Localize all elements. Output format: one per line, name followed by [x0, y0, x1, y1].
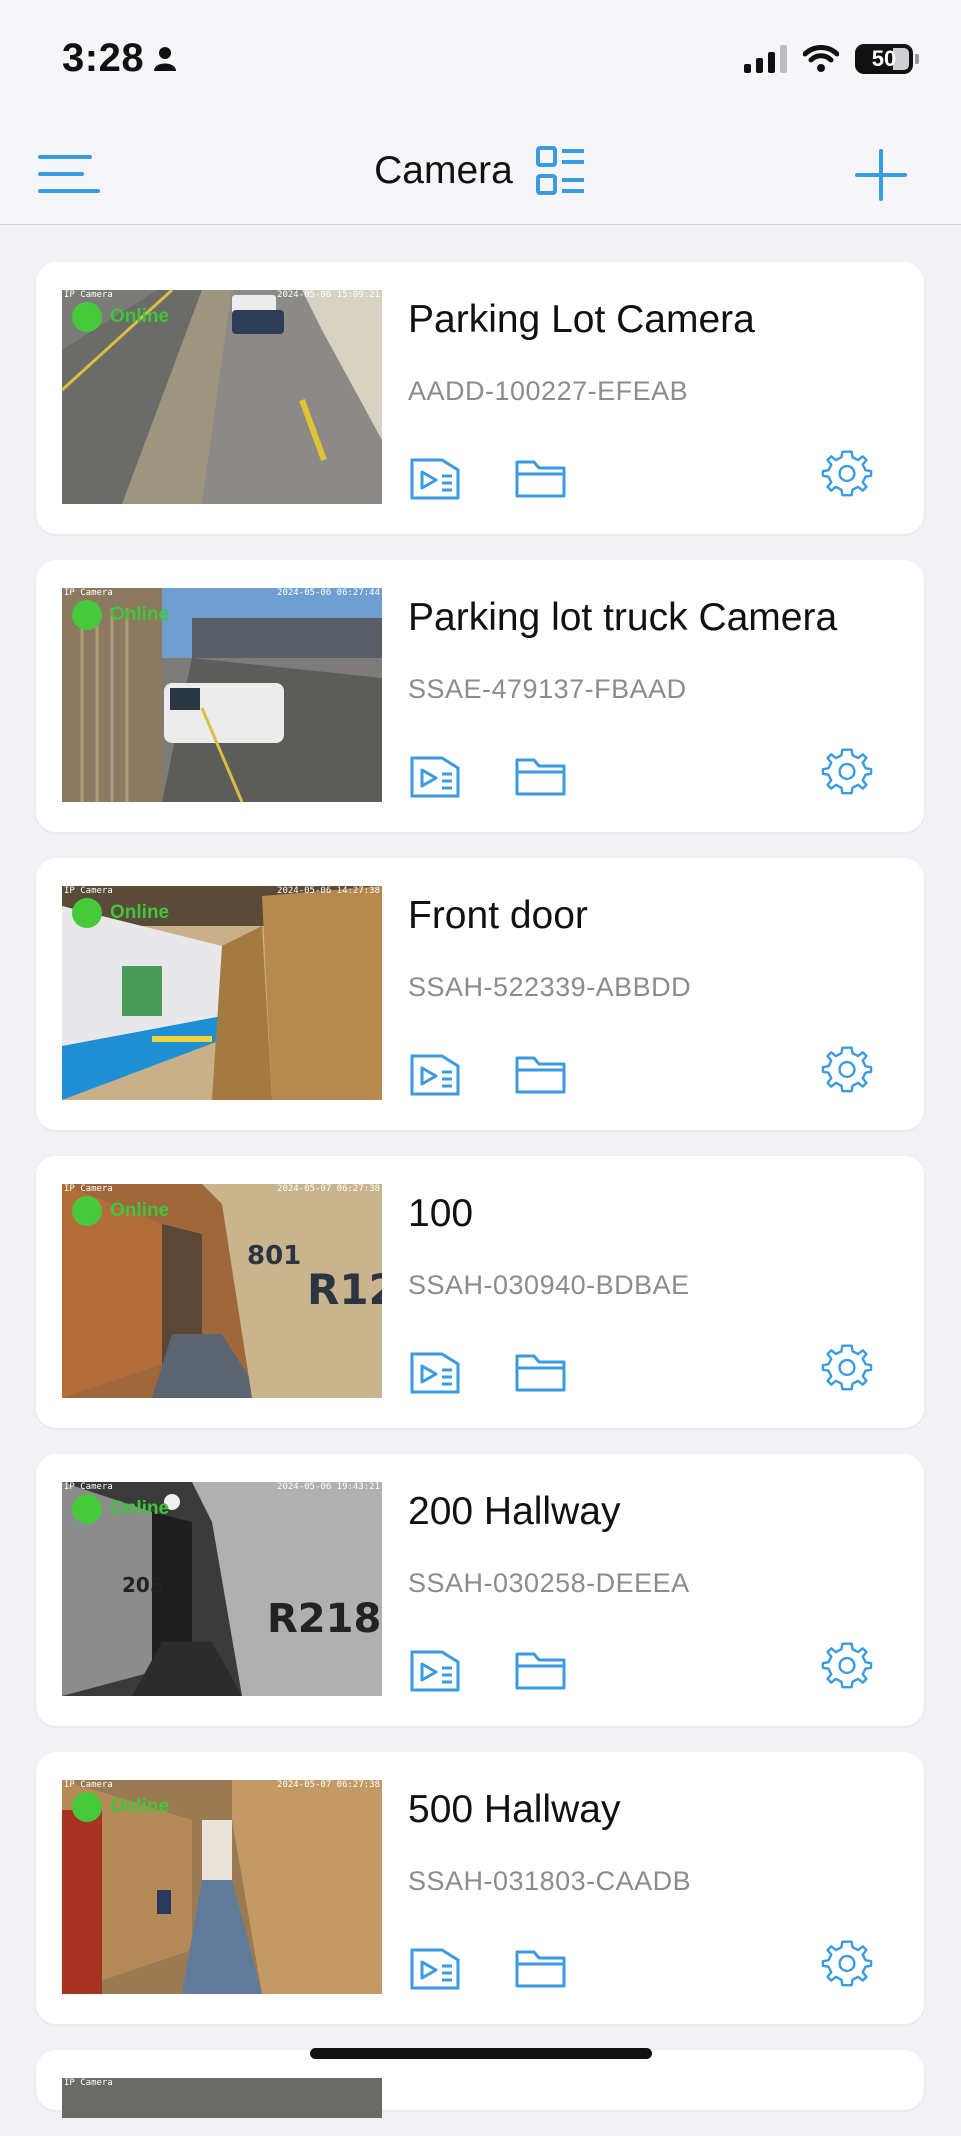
- online-status-text: Online: [110, 1796, 170, 1817]
- camera-label: IP Camera: [64, 588, 113, 598]
- folder-icon[interactable]: [514, 1048, 568, 1098]
- gear-icon[interactable]: [820, 746, 874, 796]
- camera-name: 100: [408, 1192, 474, 1235]
- folder-icon[interactable]: [514, 1644, 568, 1694]
- status-time: 3:28: [62, 36, 177, 81]
- add-camera-icon[interactable]: [851, 145, 911, 205]
- camera-card[interactable]: IP Camera 2024-05-06 14:27:38 Online Fro…: [36, 858, 924, 1130]
- camera-label: IP Camera: [64, 886, 113, 896]
- cellular-signal-icon: [744, 45, 787, 73]
- camera-id: AADD-100227-EFEAB: [408, 376, 689, 406]
- gear-icon[interactable]: [820, 1044, 874, 1094]
- nav-bar: Camera: [0, 125, 961, 225]
- online-status-text: Online: [110, 306, 170, 327]
- list-view-toggle-icon[interactable]: [535, 145, 587, 197]
- online-status-dot: [72, 1196, 102, 1226]
- video-playback-icon[interactable]: [408, 1644, 462, 1694]
- folder-icon[interactable]: [514, 750, 568, 800]
- camera-label: IP Camera: [64, 1482, 113, 1492]
- camera-label: IP Camera: [64, 1780, 113, 1790]
- camera-timestamp: 2024-05-06 15:09:21: [277, 290, 380, 300]
- home-indicator: [310, 2048, 652, 2059]
- camera-card-partial[interactable]: IP Camera: [36, 2050, 924, 2118]
- video-playback-icon[interactable]: [408, 452, 462, 502]
- camera-card[interactable]: 205 R218 IP Camera 2024-05-06 19:43:21 O…: [36, 1454, 924, 1726]
- online-status-dot: [72, 1494, 102, 1524]
- svg-text:R218: R218: [267, 1596, 381, 1642]
- battery-icon: 50: [855, 44, 919, 74]
- camera-list: IP Camera 2024-05-06 15:09:21 Online Par…: [36, 262, 924, 2136]
- folder-icon[interactable]: [514, 1942, 568, 1992]
- status-time-text: 3:28: [62, 36, 145, 80]
- camera-timestamp: 2024-05-06 14:27:38: [277, 886, 380, 896]
- camera-id: SSAH-522339-ABBDD: [408, 972, 692, 1002]
- camera-id: SSAE-479137-FBAAD: [408, 674, 687, 704]
- online-status-dot: [72, 600, 102, 630]
- camera-name: Parking Lot Camera: [408, 298, 755, 341]
- gear-icon[interactable]: [820, 1342, 874, 1392]
- folder-icon[interactable]: [514, 452, 568, 502]
- online-status-text: Online: [110, 1498, 170, 1519]
- camera-timestamp: 2024-05-06 19:43:21: [277, 1482, 380, 1492]
- wifi-icon: [803, 45, 839, 72]
- video-playback-icon[interactable]: [408, 1048, 462, 1098]
- svg-text:205: 205: [122, 1573, 164, 1597]
- camera-thumbnail[interactable]: 205 R218 IP Camera 2024-05-06 19:43:21 O…: [62, 1482, 382, 1696]
- online-status-text: Online: [110, 902, 170, 923]
- camera-card[interactable]: IP Camera 2024-05-06 06:27:44 Online Par…: [36, 560, 924, 832]
- online-status-dot: [72, 898, 102, 928]
- camera-name: 500 Hallway: [408, 1788, 621, 1831]
- battery-level: 50: [871, 46, 897, 71]
- camera-thumbnail[interactable]: IP Camera: [62, 2078, 382, 2118]
- camera-thumbnail[interactable]: IP Camera 2024-05-07 06:27:38 Online: [62, 1780, 382, 1994]
- gear-icon[interactable]: [820, 448, 874, 498]
- video-playback-icon[interactable]: [408, 1942, 462, 1992]
- online-status-dot: [72, 302, 102, 332]
- camera-timestamp: 2024-05-07 06:27:38: [277, 1184, 380, 1194]
- camera-id: SSAH-031803-CAADB: [408, 1866, 692, 1896]
- camera-thumbnail[interactable]: IP Camera 2024-05-06 06:27:44 Online: [62, 588, 382, 802]
- camera-label: IP Camera: [64, 1184, 113, 1194]
- camera-timestamp: 2024-05-06 06:27:44: [277, 588, 380, 598]
- camera-card[interactable]: 801 R125 IP Camera 2024-05-07 06:27:38 O…: [36, 1156, 924, 1428]
- gear-icon[interactable]: [820, 1640, 874, 1690]
- camera-id: SSAH-030258-DEEEA: [408, 1568, 690, 1598]
- person-icon: [154, 46, 177, 71]
- online-status-dot: [72, 1792, 102, 1822]
- online-status-text: Online: [110, 1200, 170, 1221]
- video-playback-icon[interactable]: [408, 750, 462, 800]
- online-status-text: Online: [110, 604, 170, 625]
- camera-name: 200 Hallway: [408, 1490, 621, 1533]
- gear-icon[interactable]: [820, 1938, 874, 1988]
- camera-card[interactable]: IP Camera 2024-05-07 06:27:38 Online 500…: [36, 1752, 924, 2024]
- camera-timestamp: 2024-05-07 06:27:38: [277, 1780, 380, 1790]
- camera-thumbnail[interactable]: IP Camera 2024-05-06 14:27:38 Online: [62, 886, 382, 1100]
- camera-name: Parking lot truck Camera: [408, 596, 838, 639]
- svg-text:801: 801: [247, 1241, 301, 1271]
- camera-thumbnail[interactable]: IP Camera 2024-05-06 15:09:21 Online: [62, 290, 382, 504]
- status-bar: 3:28 50: [0, 0, 961, 125]
- camera-label: IP Camera: [64, 290, 113, 300]
- svg-text:R125: R125: [307, 1265, 382, 1314]
- folder-icon[interactable]: [514, 1346, 568, 1396]
- camera-name: Front door: [408, 894, 588, 937]
- video-playback-icon[interactable]: [408, 1346, 462, 1396]
- camera-id: SSAH-030940-BDBAE: [408, 1270, 690, 1300]
- page-title: Camera: [374, 149, 513, 192]
- camera-card[interactable]: IP Camera 2024-05-06 15:09:21 Online Par…: [36, 262, 924, 534]
- camera-thumbnail[interactable]: 801 R125 IP Camera 2024-05-07 06:27:38 O…: [62, 1184, 382, 1398]
